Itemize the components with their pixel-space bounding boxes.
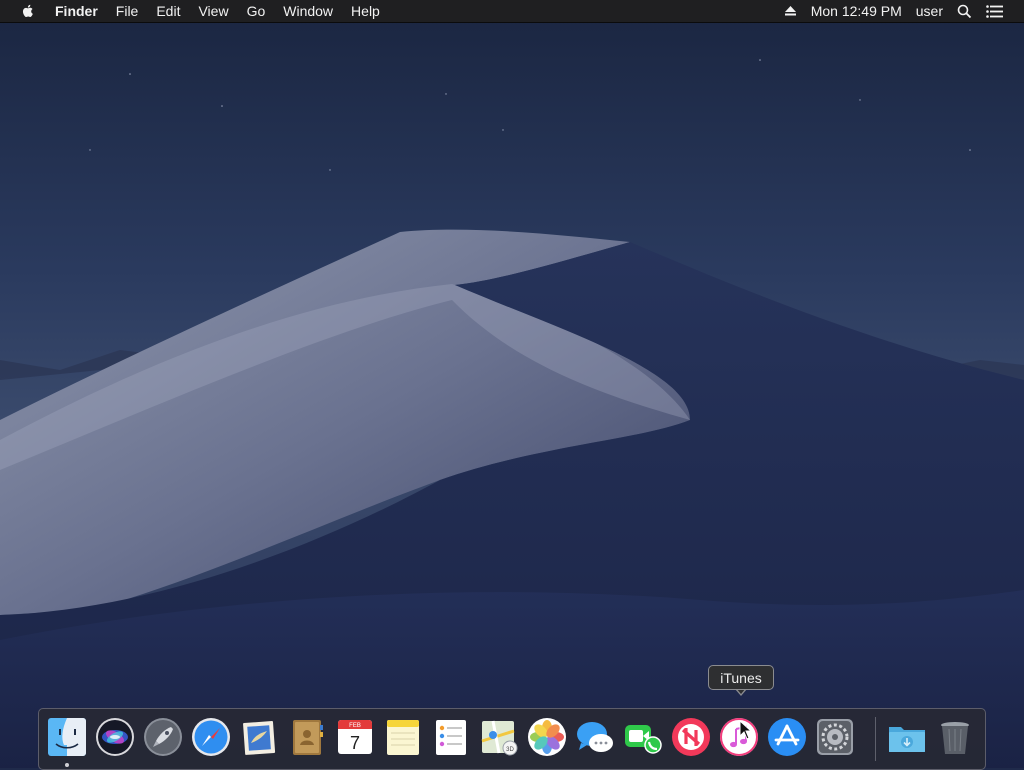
spotlight-search-icon[interactable] [950,4,979,19]
calendar-month: FEB [349,723,361,729]
messages-icon [577,722,613,752]
dock-mail[interactable] [239,717,279,757]
dock-photos[interactable] [527,717,567,757]
photos-icon [528,718,566,756]
downloads-folder-icon [889,727,925,752]
menu-help[interactable]: Help [342,0,389,22]
mail-icon [243,721,276,755]
finder-running-indicator [65,763,69,767]
dock-maps[interactable]: 3D [479,717,519,757]
menu-file[interactable]: File [107,0,148,22]
dock-app-store[interactable] [767,717,807,757]
dock-separator [875,717,876,761]
trash-icon [941,722,969,754]
dock-contacts[interactable] [287,717,327,757]
user-menu[interactable]: user [909,0,950,22]
menu-go[interactable]: Go [238,0,275,22]
notes-icon [387,720,419,755]
maps-icon: 3D [481,720,518,756]
dock-launchpad[interactable] [143,717,183,757]
calendar-icon: FEB 7 [338,720,372,754]
news-icon [672,718,710,756]
notification-center-icon[interactable] [979,4,1010,18]
dock-trash[interactable] [935,717,975,757]
menu-bar: Finder File Edit View Go Window Help Mon… [0,0,1024,23]
system-preferences-icon [817,719,853,755]
dock-reminders[interactable] [431,717,471,757]
facetime-icon [625,725,662,754]
dock-notes[interactable] [383,717,423,757]
dock: FEB 7 3D [38,708,986,770]
mouse-cursor-icon [739,720,753,740]
dock-tooltip: iTunes [708,665,774,690]
eject-icon[interactable] [777,5,804,17]
dock-safari[interactable] [191,717,231,757]
menu-window[interactable]: Window [274,0,342,22]
dock-downloads[interactable] [887,717,927,757]
dock-facetime[interactable] [623,717,663,757]
siri-icon [96,718,134,756]
menu-edit[interactable]: Edit [147,0,189,22]
apple-menu-icon[interactable] [0,3,46,19]
dock-system-preferences[interactable] [815,717,855,757]
contacts-icon [293,720,323,755]
calendar-day: 7 [350,733,360,753]
desktop-wallpaper [0,0,1024,768]
menu-view[interactable]: View [189,0,237,22]
launchpad-icon [144,718,182,756]
dock-finder[interactable] [47,717,87,757]
finder-icon [48,718,86,756]
svg-text:3D: 3D [506,747,514,753]
dock-news[interactable] [671,717,711,757]
app-store-icon [768,718,806,756]
safari-icon [192,718,230,756]
reminders-icon [436,720,466,755]
dock-siri[interactable] [95,717,135,757]
app-menu-finder[interactable]: Finder [46,0,107,22]
dock-messages[interactable] [575,717,615,757]
dock-calendar[interactable]: FEB 7 [335,717,375,757]
clock[interactable]: Mon 12:49 PM [804,0,909,22]
